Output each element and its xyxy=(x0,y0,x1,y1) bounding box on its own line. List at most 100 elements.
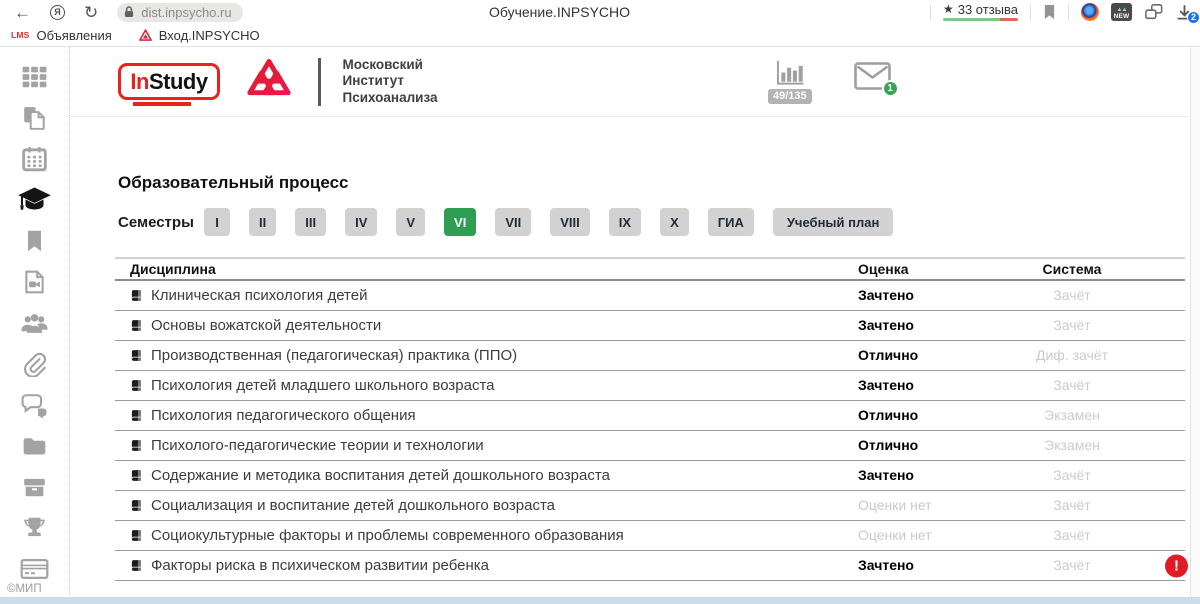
grade-value: Оценки нет xyxy=(858,527,932,543)
bookmark-item-announcements[interactable]: LMS Объявления xyxy=(11,28,112,43)
bookmarks-bar: LMS Объявления Вход.INPSYCHO xyxy=(0,24,1200,47)
content-header: InStudy Московский Институт Психоанализа xyxy=(70,47,1200,117)
browser-toolbar: ← Я ↻ dist.inpsycho.ru Обучение.INPSYCHO… xyxy=(0,0,1200,24)
logo-part-in: In xyxy=(130,69,149,95)
page-main: ©МИП InStudy Московский Институт Психоан… xyxy=(0,47,1200,604)
book-icon xyxy=(130,379,143,392)
semester-tab[interactable]: IX xyxy=(609,208,641,236)
apps-grid-icon[interactable] xyxy=(20,63,49,90)
semester-tab[interactable]: VII xyxy=(495,208,531,236)
header-discipline: Дисциплина xyxy=(115,261,850,277)
semester-tab[interactable]: VIII xyxy=(550,208,590,236)
tab-title: Обучение.INPSYCHO xyxy=(489,4,630,20)
folder-icon[interactable] xyxy=(20,432,49,459)
extensions-boxes-icon[interactable] xyxy=(1144,3,1164,21)
discipline-row[interactable]: Психолого-педагогические теории и технол… xyxy=(115,431,1185,461)
semester-tabs: IIIIIIIVVVIVIIVIIIIXXГИАУчебный план xyxy=(204,208,893,236)
system-value: Зачёт xyxy=(1053,377,1090,393)
downloads-badge: 2 xyxy=(1187,11,1200,24)
mail-unread-badge: 1 xyxy=(882,80,899,97)
page-title: Образовательный процесс xyxy=(118,173,1200,193)
discipline-name: Производственная (педагогическая) практи… xyxy=(151,347,517,364)
bookmark-item-login[interactable]: Вход.INPSYCHO xyxy=(139,28,260,43)
semester-tab[interactable]: X xyxy=(660,208,689,236)
semester-tab[interactable]: IV xyxy=(345,208,377,236)
mip-triangle-logo[interactable] xyxy=(242,57,296,107)
documents-icon[interactable] xyxy=(20,104,49,131)
semesters-row: Семестры IIIIIIIVVVIVIIVIIIIXXГИАУчебный… xyxy=(118,208,1200,236)
discipline-name: Клиническая психология детей xyxy=(151,287,367,304)
toolbar-divider xyxy=(1030,5,1031,20)
url-text: dist.inpsycho.ru xyxy=(141,5,231,20)
semester-tab[interactable]: III xyxy=(295,208,326,236)
book-icon xyxy=(130,499,143,512)
discipline-row[interactable]: Производственная (педагогическая) практи… xyxy=(115,341,1185,371)
semester-tab[interactable]: II xyxy=(249,208,276,236)
trophy-icon[interactable] xyxy=(20,514,49,541)
site-rating[interactable]: ★ 33 отзыва xyxy=(943,3,1018,21)
discipline-row[interactable]: Психология детей младшего школьного возр… xyxy=(115,371,1185,401)
book-icon xyxy=(130,469,143,482)
grade-value: Отлично xyxy=(858,407,918,423)
archive-icon[interactable] xyxy=(20,473,49,500)
semester-tab[interactable]: V xyxy=(396,208,425,236)
address-bar[interactable]: dist.inpsycho.ru xyxy=(117,3,242,22)
discipline-row[interactable]: Социализация и воспитание детей дошкольн… xyxy=(115,491,1185,521)
toolbar-divider xyxy=(1068,5,1069,20)
grade-value: Отлично xyxy=(858,347,918,363)
extension-new-icon[interactable]: ▲▲ NEW xyxy=(1111,3,1132,21)
discipline-row[interactable]: Факторы риска в психическом развитии реб… xyxy=(115,551,1185,581)
reload-icon[interactable]: ↻ xyxy=(84,4,98,21)
toolbar-divider xyxy=(930,5,931,20)
bookmark-flag-icon[interactable] xyxy=(1043,4,1056,20)
bottom-edge-strip xyxy=(0,597,1200,604)
discipline-name: Психология детей младшего школьного возр… xyxy=(151,377,494,394)
instudy-logo[interactable]: InStudy xyxy=(118,63,220,100)
yandex-browser-icon[interactable]: Я xyxy=(50,5,65,20)
video-lectures-icon[interactable] xyxy=(20,268,49,295)
discipline-row[interactable]: Содержание и методика воспитания детей д… xyxy=(115,461,1185,491)
discipline-row[interactable]: Клиническая психология детей Зачтено Зач… xyxy=(115,281,1185,311)
system-value: Зачёт xyxy=(1053,527,1090,543)
downloads-button[interactable]: 2 xyxy=(1176,4,1193,21)
book-icon xyxy=(130,439,143,452)
alert-icon[interactable]: ! xyxy=(1165,554,1188,577)
extension-circle-icon[interactable] xyxy=(1081,3,1099,21)
grade-value: Отлично xyxy=(858,437,918,453)
rating-label: 33 отзыва xyxy=(958,3,1018,16)
mail-button[interactable]: 1 xyxy=(854,62,891,90)
book-icon xyxy=(130,319,143,332)
payment-card-icon[interactable] xyxy=(20,555,49,582)
semester-tab[interactable]: I xyxy=(204,208,230,236)
book-icon xyxy=(130,409,143,422)
attachment-icon[interactable] xyxy=(20,350,49,377)
grade-value: Зачтено xyxy=(858,557,914,573)
discipline-row[interactable]: Психология педагогического общения Отлич… xyxy=(115,401,1185,431)
progress-badge: 49/135 xyxy=(768,89,812,104)
system-value: Зачёт xyxy=(1053,287,1090,303)
discipline-row[interactable]: Социокультурные факторы и проблемы совре… xyxy=(115,521,1185,551)
disciplines-table-body: Клиническая психология детей Зачтено Зач… xyxy=(115,281,1185,581)
grade-value: Зачтено xyxy=(858,467,914,483)
back-icon[interactable]: ← xyxy=(14,4,31,21)
bookmark-label: Вход.INPSYCHO xyxy=(159,28,260,43)
bar-chart-icon xyxy=(774,60,806,87)
chat-icon[interactable] xyxy=(20,391,49,418)
semester-tab[interactable]: Учебный план xyxy=(773,208,893,236)
semester-tab[interactable]: ГИА xyxy=(708,208,754,236)
semester-tab[interactable]: VI xyxy=(444,208,476,236)
grade-value: Зачтено xyxy=(858,287,914,303)
discipline-name: Социокультурные факторы и проблемы совре… xyxy=(151,527,624,544)
logo-underline xyxy=(133,102,191,107)
education-icon[interactable] xyxy=(16,186,53,213)
discipline-name: Психолого-педагогические теории и технол… xyxy=(151,437,484,454)
calendar-icon[interactable] xyxy=(20,145,49,172)
disciplines-table: Дисциплина Оценка Система Клиническая пс… xyxy=(115,257,1185,581)
discipline-row[interactable]: Основы вожатской деятельности Зачтено За… xyxy=(115,311,1185,341)
progress-stats[interactable]: 49/135 xyxy=(768,60,812,104)
scrollbar-track[interactable] xyxy=(1190,47,1200,597)
bookmarks-icon[interactable] xyxy=(20,227,49,254)
logo-divider xyxy=(318,58,321,106)
groups-icon[interactable] xyxy=(20,309,49,336)
system-value: Экзамен xyxy=(1044,437,1100,453)
